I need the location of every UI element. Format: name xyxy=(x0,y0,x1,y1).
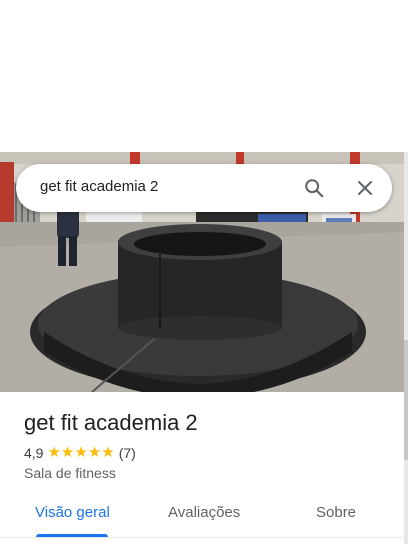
star-icon: ★ xyxy=(47,444,61,461)
close-icon xyxy=(358,181,372,195)
tab-reviews[interactable]: Avaliações xyxy=(168,504,240,521)
star-icon: ★ xyxy=(74,444,88,461)
rating-value: 4,9 xyxy=(24,445,44,461)
review-count[interactable]: (7) xyxy=(119,445,136,461)
star-icon: ★ xyxy=(101,444,115,461)
tab-overview[interactable]: Visão geral xyxy=(35,504,110,521)
tab-about[interactable]: Sobre xyxy=(316,504,356,521)
place-category[interactable]: Sala de fitness xyxy=(24,465,116,481)
rating-stars: ★ ★ ★ ★ ★ xyxy=(47,445,114,461)
search-button[interactable] xyxy=(300,174,328,202)
place-title: get fit academia 2 xyxy=(24,410,198,435)
active-tab-indicator xyxy=(36,534,108,537)
star-icon: ★ xyxy=(87,444,102,461)
search-icon xyxy=(305,179,324,198)
search-bar[interactable]: get fit academia 2 xyxy=(16,164,392,212)
close-button[interactable] xyxy=(351,174,379,202)
star-icon: ★ xyxy=(60,444,75,461)
scrollbar-thumb[interactable] xyxy=(404,340,408,460)
tab-divider xyxy=(0,537,404,538)
tab-bar: Visão geral Avaliações Sobre xyxy=(0,498,404,544)
rating-row[interactable]: 4,9 ★ ★ ★ ★ ★ (7) xyxy=(24,444,136,462)
search-input[interactable]: get fit academia 2 xyxy=(40,178,158,195)
